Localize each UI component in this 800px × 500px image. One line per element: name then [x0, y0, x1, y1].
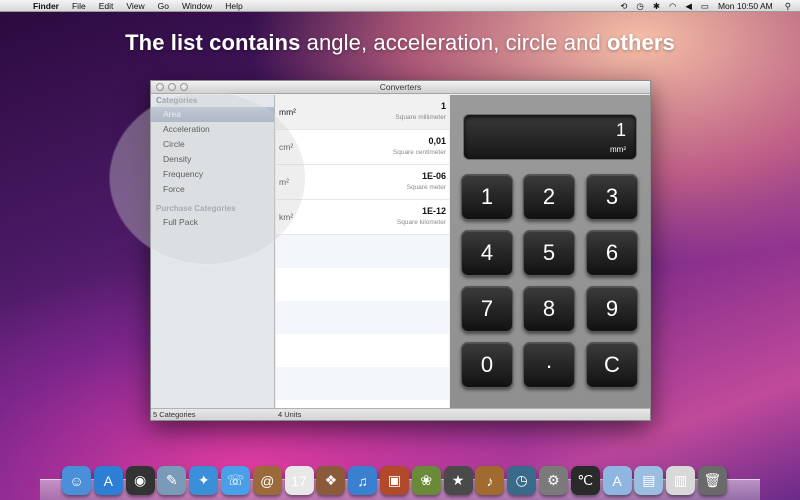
wifi-icon[interactable]: ◠ — [669, 0, 676, 12]
key-6[interactable]: 6 — [586, 230, 638, 276]
system-preferences-icon[interactable]: ⚙ — [538, 466, 568, 495]
time-machine-icon[interactable]: ◷ — [507, 466, 537, 495]
dashboard-icon[interactable]: ◉ — [125, 466, 155, 495]
key-9[interactable]: 9 — [586, 286, 638, 332]
applications-folder-icon[interactable]: A — [602, 466, 632, 495]
app-store-icon[interactable]: A — [93, 466, 123, 495]
key-8[interactable]: 8 — [523, 286, 575, 332]
menu-help[interactable]: Help — [225, 0, 242, 12]
menu-window[interactable]: Window — [182, 0, 212, 12]
address-book-icon[interactable]: @ — [252, 466, 282, 495]
trash-icon[interactable]: 🗑 — [697, 466, 727, 495]
unit-name: Square meter — [406, 184, 446, 191]
volume-icon[interactable]: ◀ — [685, 0, 692, 12]
spotlight-search-icon[interactable]: ⚲ — [785, 0, 791, 12]
ichat-icon[interactable]: ☏ — [220, 466, 250, 495]
headline-bold-start: The list contains — [125, 30, 301, 55]
window-title: Converters — [379, 82, 422, 92]
window-titlebar[interactable]: Converters — [151, 81, 650, 94]
key-5[interactable]: 5 — [523, 230, 575, 276]
key-7[interactable]: 7 — [461, 286, 513, 332]
list-stripe — [276, 367, 449, 400]
list-stripe — [276, 235, 449, 268]
unit-name: Square millimeter — [395, 114, 446, 121]
ical-icon[interactable]: 17 — [284, 466, 314, 495]
unit-value: 1E-12 — [421, 206, 446, 216]
battery-icon[interactable]: ▭ — [701, 0, 709, 12]
key-1[interactable]: 1 — [461, 174, 513, 220]
calculator-panel: 1 mm² 1 2 3 4 5 6 7 8 9 0 . C — [450, 95, 650, 408]
key-0[interactable]: 0 — [461, 342, 513, 388]
menu-edit[interactable]: Edit — [99, 0, 114, 12]
calculator-display: 1 mm² — [463, 114, 637, 160]
headline-bold-end: others — [607, 30, 675, 55]
unit-name: Square centimeter — [392, 149, 446, 156]
key-2[interactable]: 2 — [523, 174, 575, 220]
unit-value: 1 — [440, 101, 446, 111]
downloads-stack-icon[interactable]: ▥ — [666, 466, 696, 495]
unit-row-square-millimeter[interactable]: mm² 1 Square millimeter — [276, 95, 449, 130]
magnifier-highlight — [110, 92, 305, 264]
headline: The list contains angle, acceleration, c… — [0, 30, 800, 56]
list-stripe — [276, 334, 449, 367]
photo-icon[interactable]: ▣ — [379, 466, 409, 495]
iphoto-icon[interactable]: ❀ — [411, 466, 441, 495]
list-stripe — [276, 301, 449, 334]
unit-value: 0,01 — [428, 136, 446, 146]
preview-icon[interactable]: ✎ — [157, 466, 187, 495]
key-4[interactable]: 4 — [461, 230, 513, 276]
menu-bar: Finder File Edit View Go Window Help ⟲ ◷… — [0, 0, 800, 12]
key-clear[interactable]: C — [586, 342, 638, 388]
display-value: 1 — [615, 120, 626, 140]
menu-file[interactable]: File — [72, 0, 86, 12]
menu-finder[interactable]: Finder — [33, 0, 59, 12]
status-menus: ⟲ ◷ ✱ ◠ ◀ ▭ Mon 10:50 AM ⚲ — [620, 0, 800, 12]
imovie-icon[interactable]: ★ — [443, 466, 473, 495]
units-list: mm² 1 Square millimeter cm² 0,01 Square … — [276, 95, 449, 408]
garageband-icon[interactable]: ♪ — [475, 466, 505, 495]
units-count: 4 Units — [278, 410, 302, 419]
unit-name: Square kilometer — [396, 219, 446, 226]
menubar-clock[interactable]: Mon 10:50 AM — [718, 0, 773, 12]
clock-icon[interactable]: ◷ — [636, 0, 643, 12]
documents-folder-icon[interactable]: ▤ — [634, 466, 664, 495]
window-status-bar: 5 Categories 4 Units — [151, 408, 650, 420]
display-unit: mm² — [610, 145, 626, 154]
photo-booth-icon[interactable]: ❖ — [316, 466, 346, 495]
sync-icon[interactable]: ⟲ — [620, 0, 627, 12]
finder-icon[interactable]: ☺ — [62, 466, 91, 495]
menu-view[interactable]: View — [126, 0, 144, 12]
menu-go[interactable]: Go — [158, 0, 169, 12]
key-3[interactable]: 3 — [586, 174, 638, 220]
unit-row-square-kilometer[interactable]: km² 1E-12 Square kilometer — [276, 200, 449, 235]
bluetooth-icon[interactable]: ✱ — [653, 0, 660, 12]
key-decimal-point[interactable]: . — [523, 342, 575, 388]
converter-app-icon[interactable]: ℃ — [570, 466, 600, 495]
dock: ☺ A ◉ ✎ ✦ ☏ @17 ❖ ♫ ▣ ❀ ★ ♪ ◷ ⚙ ℃ A ▤ ▥ 🗑 — [62, 445, 730, 495]
itunes-icon[interactable]: ♫ — [348, 466, 378, 495]
safari-icon[interactable]: ✦ — [189, 466, 219, 495]
headline-middle: angle, acceleration, circle and — [300, 30, 608, 55]
unit-value: 1E-06 — [421, 171, 446, 181]
list-stripe — [276, 268, 449, 301]
categories-count: 5 Categories — [153, 410, 196, 419]
